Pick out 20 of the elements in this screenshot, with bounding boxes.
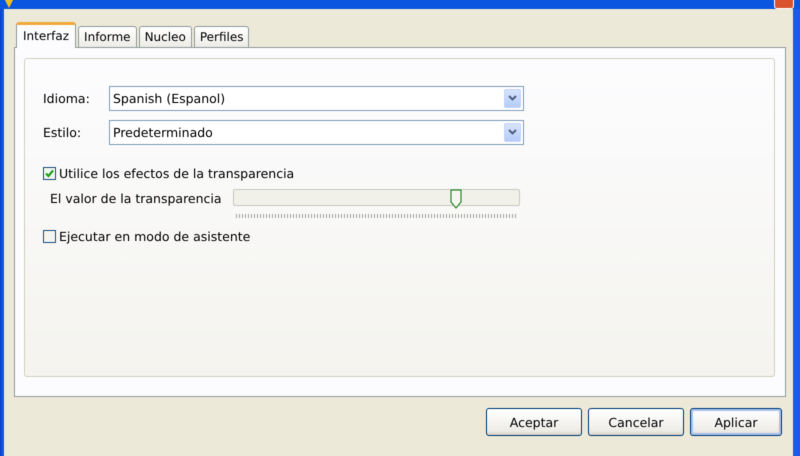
dropdown[interactable]: Spanish (Espanol): [109, 86, 524, 110]
checkbox-label: Utilice los efectos de la transparencia: [59, 166, 294, 180]
tab[interactable]: Informe: [78, 26, 137, 47]
chevron-icon: [504, 88, 521, 108]
checkbox[interactable]: [43, 230, 56, 242]
chevron-icon: [504, 122, 521, 142]
close-button[interactable]: [774, 0, 794, 9]
slider-label: El valor de la transparencia: [50, 190, 223, 206]
field-label: Estilo:: [43, 124, 82, 140]
tab[interactable]: Nucleo: [138, 26, 192, 47]
tab[interactable]: Interfaz: [16, 22, 76, 48]
checkbox-label: Ejecutar en modo de asistente: [59, 228, 250, 244]
tab[interactable]: Perfiles: [194, 26, 250, 47]
slider-thumb[interactable]: [450, 189, 462, 209]
field-label: Idioma:: [43, 90, 91, 106]
checkbox[interactable]: [43, 166, 56, 180]
dialog-button[interactable]: Aceptar: [486, 408, 582, 436]
dialog-button[interactable]: Cancelar: [588, 408, 684, 436]
dialog-button[interactable]: Aplicar: [690, 408, 782, 436]
dropdown[interactable]: Predeterminado: [109, 120, 524, 144]
